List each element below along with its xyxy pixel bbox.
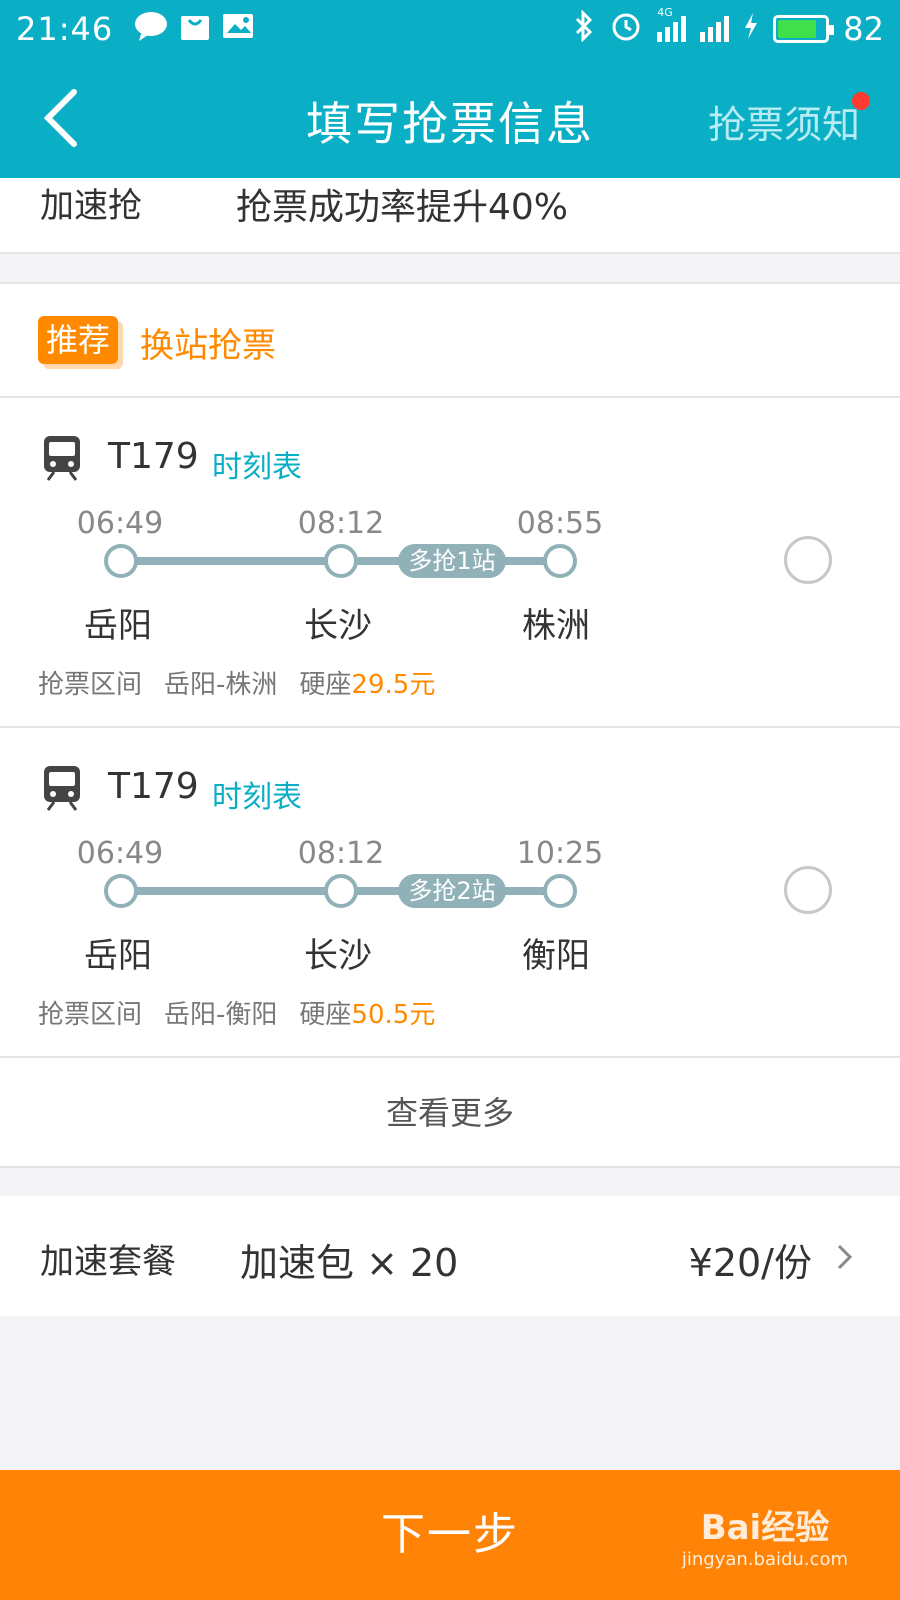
route-node bbox=[543, 544, 577, 578]
train-option[interactable]: T179 时刻表 06:49 08:12 10:25 多抢2站 岳阳 长沙 衡阳… bbox=[0, 728, 900, 1058]
departure-station: 岳阳 bbox=[84, 936, 152, 976]
recommend-badge: 推荐 bbox=[38, 316, 119, 364]
route-node bbox=[324, 874, 358, 908]
bluetooth-icon bbox=[573, 9, 595, 48]
route-node bbox=[104, 544, 138, 578]
view-more-button[interactable]: 查看更多 bbox=[0, 1058, 900, 1168]
departure-time: 06:49 bbox=[76, 836, 164, 871]
arrival-station: 株洲 bbox=[522, 606, 590, 646]
package-price: ¥20/份 bbox=[688, 1241, 812, 1285]
via-time: 08:12 bbox=[297, 836, 385, 871]
watermark-logo: Bai经验 bbox=[700, 1508, 830, 1548]
status-time: 21:46 bbox=[16, 10, 114, 48]
package-label: 加速套餐 bbox=[40, 1242, 176, 1282]
watermark-url: jingyan.baidu.com bbox=[681, 1549, 848, 1570]
seat-price: 50.5元 bbox=[351, 1000, 436, 1030]
departure-time: 06:49 bbox=[76, 506, 164, 541]
route-node bbox=[104, 874, 138, 908]
battery-icon bbox=[773, 15, 835, 43]
signal-4g-icon: 4G bbox=[657, 6, 687, 42]
signal-icon bbox=[700, 16, 730, 42]
arrival-time: 10:25 bbox=[516, 836, 604, 871]
acceleration-row[interactable]: 加速抢 抢票成功率提升40% bbox=[0, 178, 900, 254]
ticket-range: 抢票区间 岳阳-衡阳 硬座50.5元 bbox=[38, 1000, 436, 1030]
shopping-bag-icon bbox=[179, 10, 211, 48]
select-radio[interactable] bbox=[784, 866, 832, 914]
charging-icon bbox=[743, 11, 759, 47]
train-option[interactable]: T179 时刻表 06:49 08:12 08:55 多抢1站 岳阳 长沙 株洲… bbox=[0, 398, 900, 728]
train-icon bbox=[44, 766, 80, 811]
ticket-notice-link[interactable]: 抢票须知 bbox=[708, 94, 860, 149]
message-icon bbox=[133, 10, 169, 48]
arrival-time: 08:55 bbox=[516, 506, 604, 541]
recommend-header: 推荐 换站抢票 bbox=[0, 284, 900, 398]
extra-stops-badge: 多抢2站 bbox=[398, 874, 506, 908]
image-icon bbox=[221, 11, 255, 47]
status-bar: 21:46 4G 82 bbox=[0, 0, 900, 58]
acceleration-value: 抢票成功率提升40% bbox=[236, 187, 569, 228]
arrival-station: 衡阳 bbox=[522, 936, 590, 976]
via-station: 长沙 bbox=[304, 936, 372, 976]
baidu-jingyan-watermark: Bai经验 jingyan.baidu.com bbox=[682, 1500, 848, 1570]
timetable-link[interactable]: 时刻表 bbox=[212, 442, 302, 486]
extra-stops-badge: 多抢1站 bbox=[398, 544, 506, 578]
timetable-link[interactable]: 时刻表 bbox=[212, 772, 302, 816]
departure-station: 岳阳 bbox=[84, 606, 152, 646]
via-station: 长沙 bbox=[304, 606, 372, 646]
via-time: 08:12 bbox=[297, 506, 385, 541]
chevron-right-icon bbox=[837, 1244, 853, 1270]
battery-level: 82 bbox=[843, 10, 884, 48]
nav-bar: 填写抢票信息 抢票须知 bbox=[0, 58, 900, 178]
recommend-title: 换站抢票 bbox=[140, 326, 276, 366]
train-number: T179 bbox=[108, 766, 199, 807]
acceleration-package-row[interactable]: 加速套餐 加速包 × 20 ¥20/份 bbox=[0, 1196, 900, 1316]
package-value: 加速包 × 20 bbox=[240, 1241, 459, 1285]
ticket-range: 抢票区间 岳阳-株洲 硬座29.5元 bbox=[38, 670, 436, 700]
station-change-card: 推荐 换站抢票 T179 时刻表 06:49 08:12 08:55 多抢1站 … bbox=[0, 282, 900, 1168]
route-node bbox=[324, 544, 358, 578]
alarm-icon bbox=[609, 9, 643, 49]
acceleration-label: 加速抢 bbox=[40, 186, 142, 226]
seat-price: 29.5元 bbox=[351, 670, 436, 700]
notification-dot bbox=[852, 92, 870, 110]
route-node bbox=[543, 874, 577, 908]
train-icon bbox=[44, 436, 80, 481]
select-radio[interactable] bbox=[784, 536, 832, 584]
train-number: T179 bbox=[108, 436, 199, 477]
